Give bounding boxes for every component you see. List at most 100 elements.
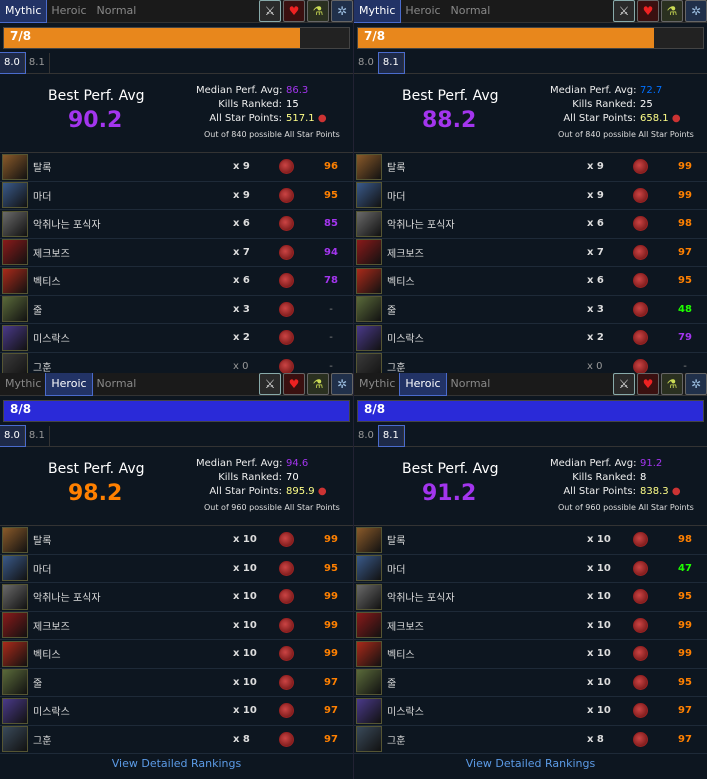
- patch-tab-8-1[interactable]: 8.1: [377, 52, 405, 74]
- boss-portrait: [2, 526, 28, 553]
- boss-name: 탈록: [33, 536, 52, 548]
- boss-row[interactable]: 줄 x 3 48: [354, 296, 707, 324]
- boss-row[interactable]: 미스락스 x 2 79: [354, 324, 707, 353]
- boss-portrait: [356, 697, 382, 724]
- dps-icon[interactable]: ⚔: [613, 373, 635, 395]
- tab-heroic[interactable]: Heroic: [46, 0, 91, 22]
- flask-icon[interactable]: ⚗: [661, 0, 683, 22]
- settings-icon[interactable]: ✲: [331, 373, 353, 395]
- skull-icon: [633, 674, 648, 690]
- skull-icon: [633, 187, 648, 203]
- patch-tab-8-1[interactable]: 8.1: [377, 425, 405, 447]
- progress-bar: 8/8: [3, 400, 350, 422]
- boss-portrait: [2, 182, 28, 209]
- progress-fill: [358, 28, 654, 48]
- healer-icon[interactable]: ♥: [283, 373, 305, 395]
- boss-row[interactable]: 벡티스 x 10 99: [354, 640, 707, 669]
- boss-row[interactable]: 벡티스 x 6 78: [0, 267, 353, 296]
- best-perf-label: Best Perf. Avg: [402, 88, 499, 104]
- boss-row[interactable]: 제크보즈 x 7 97: [354, 239, 707, 267]
- boss-row[interactable]: 그훈 x 0 -: [0, 353, 353, 373]
- tab-mythic[interactable]: Mythic: [0, 0, 48, 23]
- dps-icon[interactable]: ⚔: [259, 373, 281, 395]
- boss-row[interactable]: 줄 x 10 95: [354, 669, 707, 697]
- tab-heroic[interactable]: Heroic: [400, 0, 445, 22]
- patch-tab-8-1[interactable]: 8.1: [25, 53, 50, 73]
- boss-row[interactable]: 줄 x 3 -: [0, 296, 353, 324]
- progress-bar: 7/8: [3, 27, 350, 49]
- boss-row[interactable]: 악취나는 포식자 x 6 85: [0, 210, 353, 239]
- settings-icon[interactable]: ✲: [331, 0, 353, 22]
- boss-row[interactable]: 벡티스 x 6 95: [354, 267, 707, 296]
- healer-icon[interactable]: ♥: [283, 0, 305, 22]
- stats-block: Median Perf. Avg: 72.7 Kills Ranked: 25 All …: [550, 84, 700, 126]
- healer-icon[interactable]: ♥: [637, 0, 659, 22]
- skull-icon: [633, 646, 648, 662]
- tab-heroic[interactable]: Heroic: [45, 373, 93, 396]
- boss-row[interactable]: 제크보즈 x 7 94: [0, 239, 353, 267]
- boss-row[interactable]: 마더 x 9 95: [0, 182, 353, 210]
- tab-normal[interactable]: Normal: [92, 373, 142, 395]
- boss-row[interactable]: 미스락스 x 2 -: [0, 324, 353, 353]
- tab-mythic[interactable]: Mythic: [354, 0, 402, 23]
- patch-tab-8-0[interactable]: 8.0: [354, 53, 379, 73]
- out-of-text: Out of 840 possible All Star Points: [558, 130, 694, 139]
- boss-row[interactable]: 마더 x 10 47: [354, 555, 707, 583]
- flask-icon[interactable]: ⚗: [307, 0, 329, 22]
- tab-heroic[interactable]: Heroic: [399, 373, 447, 396]
- dps-icon[interactable]: ⚔: [259, 0, 281, 22]
- settings-icon[interactable]: ✲: [685, 373, 707, 395]
- percentile: 94: [324, 246, 338, 258]
- tab-mythic[interactable]: Mythic: [354, 373, 400, 395]
- boss-row[interactable]: 줄 x 10 97: [0, 669, 353, 697]
- boss-row[interactable]: 탈록 x 10 99: [0, 526, 353, 555]
- boss-row[interactable]: 탈록 x 9 99: [354, 153, 707, 182]
- patch-tab-8-0[interactable]: 8.0: [0, 52, 26, 74]
- stat-label: All Star Points:: [209, 486, 282, 497]
- progress-text: 7/8: [10, 29, 32, 43]
- boss-row[interactable]: 탈록 x 10 98: [354, 526, 707, 555]
- healer-icon[interactable]: ♥: [637, 373, 659, 395]
- view-detailed-rankings-link[interactable]: View Detailed Rankings: [112, 757, 241, 770]
- kill-count: x 7: [233, 246, 250, 258]
- boss-name: 제크보즈: [33, 248, 70, 260]
- flask-icon[interactable]: ⚗: [307, 373, 329, 395]
- boss-row[interactable]: 벡티스 x 10 99: [0, 640, 353, 669]
- settings-icon[interactable]: ✲: [685, 0, 707, 22]
- boss-row[interactable]: 마더 x 10 95: [0, 555, 353, 583]
- flask-icon[interactable]: ⚗: [661, 373, 683, 395]
- boss-name: 그훈: [387, 735, 406, 747]
- boss-row[interactable]: 악취나는 포식자 x 10 99: [0, 583, 353, 612]
- stat-value: 91.2: [640, 458, 663, 469]
- boss-portrait: [2, 669, 28, 696]
- boss-row[interactable]: 제크보즈 x 10 99: [354, 612, 707, 640]
- tab-normal[interactable]: Normal: [446, 0, 496, 22]
- boss-portrait: [356, 210, 382, 237]
- boss-name: 탈록: [33, 163, 52, 175]
- boss-row[interactable]: 탈록 x 9 96: [0, 153, 353, 182]
- boss-row[interactable]: 악취나는 포식자 x 6 98: [354, 210, 707, 239]
- boss-row[interactable]: 미스락스 x 10 97: [354, 697, 707, 726]
- out-of-text: Out of 960 possible All Star Points: [558, 503, 694, 512]
- boss-row[interactable]: 제크보즈 x 10 99: [0, 612, 353, 640]
- patch-tab-8-0[interactable]: 8.0: [354, 426, 379, 446]
- tab-normal[interactable]: Normal: [92, 0, 142, 22]
- tab-normal[interactable]: Normal: [446, 373, 496, 395]
- stat-value: 895.9: [286, 486, 315, 497]
- boss-row[interactable]: 악취나는 포식자 x 10 95: [354, 583, 707, 612]
- tab-mythic[interactable]: Mythic: [0, 373, 46, 395]
- boss-name: 줄: [33, 678, 43, 690]
- skull-icon: [279, 187, 294, 203]
- skull-icon: [633, 703, 648, 719]
- patch-tab-8-0[interactable]: 8.0: [0, 425, 26, 447]
- boss-row[interactable]: 그훈 x 0 -: [354, 353, 707, 373]
- percentile: 97: [678, 733, 692, 745]
- boss-row[interactable]: 마더 x 9 99: [354, 182, 707, 210]
- boss-row[interactable]: 미스락스 x 10 97: [0, 697, 353, 726]
- view-detailed-rankings-link[interactable]: View Detailed Rankings: [466, 757, 595, 770]
- patch-tab-8-1[interactable]: 8.1: [25, 426, 50, 446]
- stat-label: Kills Ranked:: [572, 472, 636, 483]
- skull-icon: [633, 301, 648, 317]
- dps-icon[interactable]: ⚔: [613, 0, 635, 22]
- boss-portrait: [2, 153, 28, 180]
